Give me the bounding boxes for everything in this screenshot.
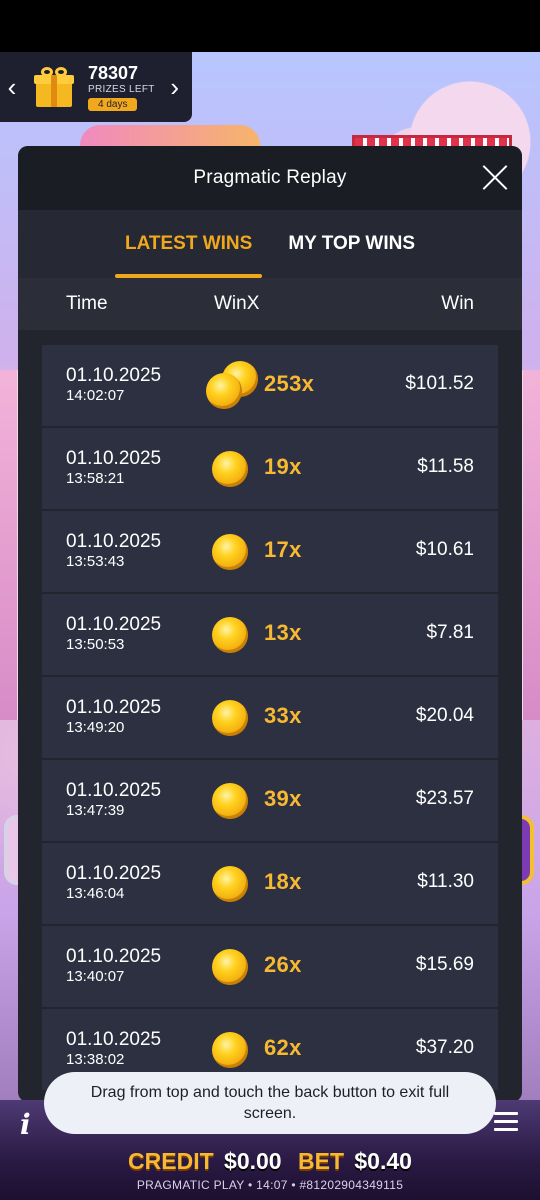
row-winx: 17x — [264, 537, 302, 562]
row-time: 13:49:20 — [66, 719, 125, 736]
row-time: 14:02:07 — [66, 387, 125, 404]
column-header-winx: WinX — [214, 293, 260, 314]
row-win: $37.20 — [415, 1037, 474, 1058]
table-row[interactable]: 01.10.2025 13:46:04 18x $11.30 — [42, 843, 498, 925]
table-row[interactable]: 01.10.2025 13:53:43 17x $10.61 — [42, 511, 498, 593]
tab-my-top-wins[interactable]: MY TOP WINS — [278, 210, 425, 278]
coin-icon — [206, 373, 242, 409]
table-row[interactable]: 01.10.2025 13:49:20 33x $20.04 — [42, 677, 498, 759]
row-time: 13:47:39 — [66, 802, 125, 819]
coin-icon — [212, 700, 248, 736]
row-date: 01.10.2025 — [66, 780, 162, 801]
coin-icon — [212, 949, 248, 985]
status-bar — [0, 0, 540, 52]
row-winx: 33x — [264, 703, 302, 728]
row-date: 01.10.2025 — [66, 531, 162, 552]
row-time: 13:53:43 — [66, 553, 125, 570]
next-arrow-icon[interactable]: › — [163, 72, 187, 103]
fullscreen-toast: Drag from top and touch the back button … — [44, 1072, 496, 1134]
row-win: $20.04 — [415, 705, 474, 726]
column-header-win: Win — [441, 293, 474, 314]
row-win: $23.57 — [415, 788, 474, 809]
menu-icon[interactable] — [494, 1112, 518, 1132]
row-date: 01.10.2025 — [66, 946, 162, 967]
row-winx: 253x — [264, 371, 315, 396]
tab-bar: LATEST WINS MY TOP WINS — [18, 210, 522, 278]
close-icon[interactable] — [480, 162, 510, 192]
row-winx: 62x — [264, 1035, 302, 1060]
column-header-time: Time — [66, 293, 108, 314]
row-winx: 39x — [264, 786, 302, 811]
credit-value: $0.00 — [224, 1148, 282, 1174]
credit-bet-row: CREDIT $0.00 BET $0.40 — [0, 1148, 540, 1175]
prev-arrow-icon[interactable]: ‹ — [0, 72, 24, 103]
credit-label: CREDIT — [128, 1148, 214, 1174]
row-win: $101.52 — [405, 373, 474, 394]
modal-title: Pragmatic Replay — [193, 167, 347, 188]
prize-count: 78307 — [88, 63, 139, 83]
row-win: $11.58 — [417, 456, 474, 477]
reel-frame-left — [0, 370, 20, 720]
prize-info: 78307 PRIZES LEFT 4 days — [88, 63, 155, 111]
row-time: 13:50:53 — [66, 636, 125, 653]
table-header: Time WinX Win — [18, 278, 522, 330]
bet-label: BET — [298, 1148, 344, 1174]
row-time: 13:38:02 — [66, 1051, 125, 1068]
row-time: 13:46:04 — [66, 885, 125, 902]
row-date: 01.10.2025 — [66, 863, 162, 884]
info-icon[interactable]: i — [20, 1108, 31, 1141]
modal-header: Pragmatic Replay — [18, 146, 522, 210]
row-winx: 13x — [264, 620, 302, 645]
row-win: $15.69 — [415, 954, 474, 975]
table-row[interactable]: 01.10.2025 13:50:53 13x $7.81 — [42, 594, 498, 676]
row-date: 01.10.2025 — [66, 614, 162, 635]
coin-icon — [212, 783, 248, 819]
row-time: 13:58:21 — [66, 470, 125, 487]
row-date: 01.10.2025 — [66, 697, 162, 718]
table-row[interactable]: 01.10.2025 13:58:21 19x $11.58 — [42, 428, 498, 510]
table-row[interactable]: 01.10.2025 13:47:39 39x $23.57 — [42, 760, 498, 842]
row-date: 01.10.2025 — [66, 1029, 162, 1050]
table-row[interactable]: 01.10.2025 13:40:07 26x $15.69 — [42, 926, 498, 1008]
coin-icon — [212, 451, 248, 487]
table-row[interactable]: 01.10.2025 14:02:07 253x $101.52 — [42, 345, 498, 427]
replay-modal: Pragmatic Replay LATEST WINS MY TOP WINS… — [18, 146, 522, 1102]
coin-icon — [212, 534, 248, 570]
gift-icon — [34, 67, 74, 107]
row-date: 01.10.2025 — [66, 365, 162, 386]
prize-days-badge: 4 days — [88, 98, 138, 111]
coin-icon — [212, 1032, 248, 1068]
prize-drop-widget[interactable]: ‹ 78307 PRIZES LEFT 4 days › — [0, 52, 192, 122]
row-win: $11.30 — [417, 871, 474, 892]
row-winx: 26x — [264, 952, 302, 977]
coin-icon — [212, 617, 248, 653]
row-time: 13:40:07 — [66, 968, 125, 985]
row-win: $7.81 — [426, 622, 474, 643]
row-win: $10.61 — [415, 539, 474, 560]
coin-icon — [212, 866, 248, 902]
game-footer-info: PRAGMATIC PLAY • 14:07 • #81202904349115 — [136, 1178, 404, 1192]
tab-latest-wins[interactable]: LATEST WINS — [114, 210, 263, 278]
reel-frame-right — [520, 370, 540, 720]
row-date: 01.10.2025 — [66, 448, 162, 469]
prize-label: PRIZES LEFT — [88, 84, 155, 95]
row-winx: 19x — [264, 454, 302, 479]
row-winx: 18x — [264, 869, 302, 894]
wins-list: 01.10.2025 14:02:07 253x $101.52 01.10.2… — [42, 345, 498, 1092]
bet-value: $0.40 — [354, 1148, 412, 1174]
